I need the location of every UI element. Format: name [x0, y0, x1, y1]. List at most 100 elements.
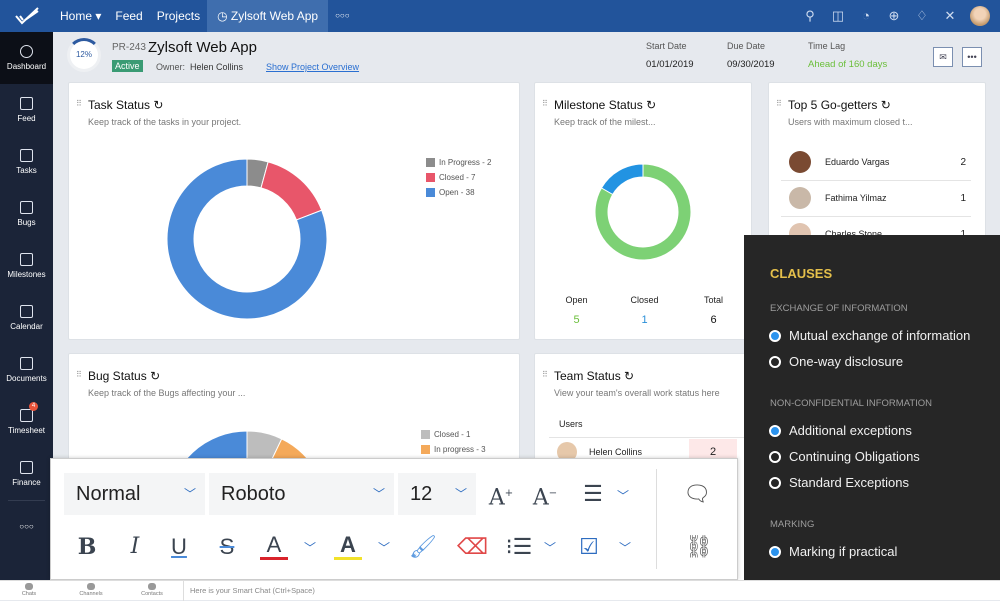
clause-option[interactable]: Additional exceptions — [769, 423, 912, 438]
refresh-icon[interactable]: ↻ — [153, 98, 163, 112]
sidebar-item-bugs[interactable]: Bugs — [0, 188, 53, 240]
start-date-value: 01/01/2019 — [646, 59, 694, 70]
sidebar-item-milestones[interactable]: Milestones — [0, 240, 53, 292]
checkbox-icon[interactable]: ☑ — [575, 530, 603, 564]
channels-button[interactable]: Channels — [76, 583, 106, 597]
sidebar-item-timesheet[interactable]: Timesheet 4 — [0, 396, 53, 448]
legend-label: Closed - 7 — [439, 173, 476, 182]
sidebar-more[interactable]: ○○○ — [8, 500, 45, 552]
tab-project-label: Zylsoft Web App — [230, 9, 319, 23]
radio-button[interactable] — [769, 450, 781, 463]
card-subtitle: View your team's overall work status her… — [554, 388, 720, 398]
highlight-icon[interactable]: A — [334, 530, 362, 560]
card-subtitle: Keep track of the tasks in your project. — [88, 117, 242, 127]
sidebar: Dashboard Feed Tasks Bugs Milestones Calendar… — [0, 32, 53, 580]
bold-icon[interactable]: B — [73, 530, 101, 564]
plus-circle-icon[interactable]: ⊕ — [886, 8, 902, 24]
top-nav-bar: Home ▾ Feed Projects ◷ Zylsoft Web App ○… — [0, 0, 1000, 32]
refresh-icon[interactable]: ↻ — [881, 98, 891, 112]
clause-option-label: Mutual exchange of information — [789, 328, 971, 343]
strikethrough-icon[interactable]: S — [213, 530, 241, 564]
legend-item[interactable]: Closed - 7 — [426, 170, 491, 185]
add-comment-icon[interactable]: 🗨 — [683, 477, 711, 511]
list-icon[interactable]: ⁝☰ — [505, 530, 533, 564]
list-item[interactable]: Fathima Yilmaz 1 — [781, 180, 971, 217]
tools-icon[interactable]: ✕ — [942, 8, 958, 24]
clause-option[interactable]: Standard Exceptions — [769, 475, 909, 490]
style-select[interactable]: Normal ﹀ — [64, 473, 205, 515]
mail-button[interactable]: ✉ — [933, 47, 953, 67]
chevron-down-icon[interactable]: ﹀ — [378, 539, 390, 556]
more-button[interactable]: ••• — [962, 47, 982, 67]
radio-button[interactable] — [769, 476, 781, 489]
chats-button[interactable]: Chats — [14, 583, 44, 597]
clause-option[interactable]: Mutual exchange of information — [769, 328, 970, 343]
clause-option[interactable]: One-way disclosure — [769, 354, 903, 369]
clauses-panel: CLAUSES EXCHANGE OF INFORMATION Mutual ex… — [744, 235, 1000, 600]
user-avatar[interactable] — [970, 6, 990, 26]
radio-button[interactable] — [769, 355, 781, 368]
radio-button[interactable] — [769, 424, 781, 437]
refresh-icon[interactable]: ↻ — [624, 369, 634, 383]
italic-icon[interactable]: I — [121, 530, 149, 564]
app-logo[interactable] — [0, 0, 53, 32]
link-icon[interactable]: ⛓ — [685, 530, 713, 564]
bell-icon[interactable]: ♢ — [914, 8, 930, 24]
legend-item[interactable]: Closed - 1 — [421, 427, 486, 442]
sidebar-item-finance[interactable]: Finance — [0, 448, 53, 500]
slice-closed[interactable] — [260, 161, 323, 221]
nav-more[interactable]: ○○○ — [328, 0, 357, 32]
align-left-icon[interactable]: ☰ — [579, 477, 607, 511]
font-decrease-icon[interactable]: A− — [531, 477, 559, 511]
chevron-down-icon[interactable]: ﹀ — [619, 539, 631, 556]
sidebar-item-tasks[interactable]: Tasks — [0, 136, 53, 188]
stat-label: Open — [565, 295, 588, 305]
text-color-icon[interactable]: A — [260, 530, 288, 560]
search-icon[interactable]: ⚲ — [802, 8, 818, 24]
list-item[interactable]: Eduardo Vargas 2 — [781, 144, 971, 181]
chevron-down-icon[interactable]: ﹀ — [544, 539, 556, 556]
legend-item[interactable]: Open - 38 — [426, 185, 491, 200]
chevron-down-icon[interactable]: ﹀ — [304, 539, 316, 556]
legend-item[interactable]: In Progress - 2 — [426, 155, 491, 170]
refresh-icon[interactable]: ↻ — [150, 369, 160, 383]
nav-projects[interactable]: Projects — [150, 0, 207, 32]
nav-feed[interactable]: Feed — [108, 0, 149, 32]
smart-chat-input[interactable]: Here is your Smart Chat (Ctrl+Space) — [183, 581, 315, 601]
owner: Owner: Helen Collins — [156, 62, 243, 72]
legend-label: In progress - 3 — [434, 445, 486, 454]
underline-icon[interactable]: U — [165, 530, 193, 564]
users-column-header: Users — [549, 412, 753, 438]
clause-option-label: Additional exceptions — [789, 423, 912, 438]
font-value: Roboto — [221, 483, 286, 505]
radio-button[interactable] — [769, 545, 781, 558]
font-select[interactable]: Roboto ﹀ — [209, 473, 394, 515]
sidebar-item-documents[interactable]: Documents — [0, 344, 53, 396]
sidebar-item-dashboard[interactable]: Dashboard — [0, 32, 53, 84]
tab-project[interactable]: ◷ Zylsoft Web App — [207, 0, 329, 32]
status-badge[interactable]: Active — [112, 60, 143, 72]
radio-button[interactable] — [769, 329, 781, 342]
clause-group-heading: MARKING — [770, 519, 815, 530]
gamepad-icon[interactable]: ◫ — [830, 8, 846, 24]
slice-closed[interactable] — [600, 164, 644, 196]
legend-item[interactable]: In progress - 3 — [421, 442, 486, 457]
align-chevron-icon[interactable]: ﹀ — [617, 487, 629, 504]
refresh-icon[interactable]: ↻ — [646, 98, 656, 112]
legend-label: Closed - 1 — [434, 430, 471, 439]
clause-option[interactable]: Marking if practical — [769, 544, 897, 559]
contacts-button[interactable]: Contacts — [137, 583, 167, 597]
go-getters-title: Top 5 Go-getters — [788, 98, 878, 112]
sidebar-item-calendar[interactable]: Calendar — [0, 292, 53, 344]
owner-name[interactable]: Helen Collins — [190, 62, 243, 72]
clear-format-icon[interactable]: ⌫ — [457, 530, 488, 564]
nav-home[interactable]: Home ▾ — [53, 0, 108, 32]
timer-icon[interactable]: ◔ — [858, 8, 874, 24]
font-increase-icon[interactable]: A+ — [487, 477, 515, 511]
sidebar-item-feed[interactable]: Feed — [0, 84, 53, 136]
format-painter-icon[interactable]: 🖌 — [409, 530, 437, 564]
size-select[interactable]: 12 ﹀ — [398, 473, 476, 515]
clause-option[interactable]: Continuing Obligations — [769, 449, 920, 464]
show-overview-link[interactable]: Show Project Overview — [266, 62, 359, 72]
chevron-down-icon: ﹀ — [373, 487, 386, 501]
